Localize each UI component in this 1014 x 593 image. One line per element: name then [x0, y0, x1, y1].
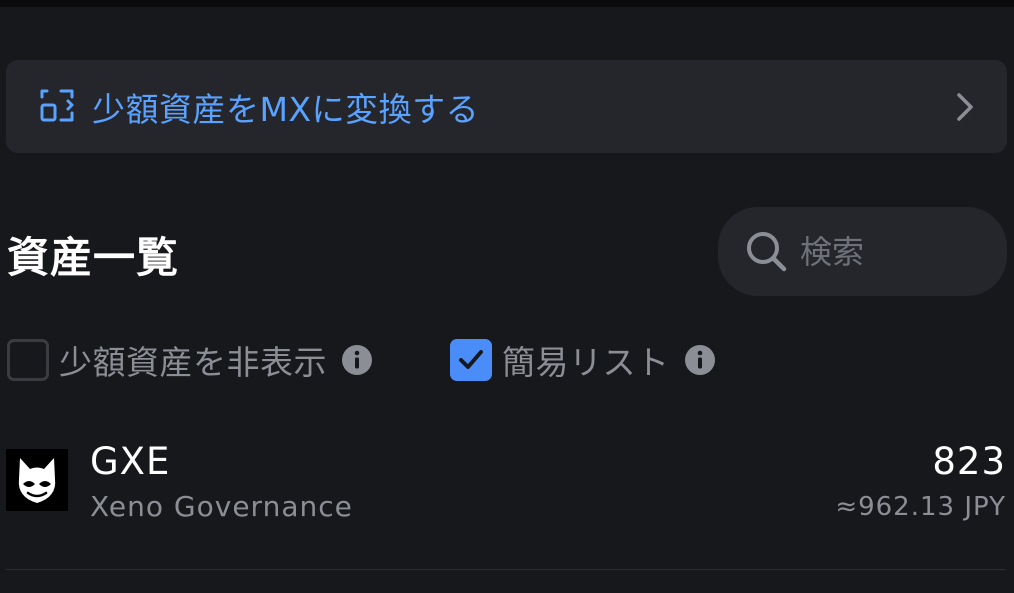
simple-list-toggle[interactable]: 簡易リスト	[450, 338, 716, 382]
search-icon	[747, 231, 787, 271]
page-title: 資産一覧	[7, 233, 180, 282]
asset-name: Xeno Governance	[90, 490, 353, 523]
gxe-token-logo	[6, 449, 68, 511]
hide-small-assets-checkbox[interactable]	[7, 339, 49, 381]
search-input[interactable]	[800, 232, 990, 271]
simple-list-checkbox[interactable]	[450, 339, 492, 381]
check-icon	[459, 350, 483, 369]
info-icon[interactable]	[684, 344, 716, 376]
divider	[6, 569, 1006, 570]
hide-small-assets-toggle[interactable]: 少額資産を非表示	[7, 338, 373, 382]
asset-row[interactable]: GXE Xeno Governance 823 ≈962.13 JPY	[0, 428, 1014, 538]
info-icon[interactable]	[341, 344, 373, 376]
search-box[interactable]	[718, 207, 1007, 296]
assets-page: 少額資産をMXに変換する 資産一覧 少額資産を非表示 簡易リスト	[0, 0, 1014, 593]
simple-list-label: 簡易リスト	[502, 343, 670, 382]
convert-small-assets-banner[interactable]: 少額資産をMXに変換する	[6, 60, 1007, 153]
xeno-cat-logo-icon	[18, 458, 56, 503]
asset-amount: 823	[932, 440, 1006, 483]
top-bar	[0, 0, 1014, 7]
convert-banner-label: 少額資産をMXに変換する	[92, 89, 480, 129]
asset-symbol: GXE	[90, 440, 171, 483]
convert-icon	[40, 89, 74, 121]
chevron-right-icon	[957, 92, 973, 121]
asset-value-jpy: ≈962.13 JPY	[835, 492, 1006, 522]
hide-small-assets-label: 少額資産を非表示	[59, 343, 327, 382]
